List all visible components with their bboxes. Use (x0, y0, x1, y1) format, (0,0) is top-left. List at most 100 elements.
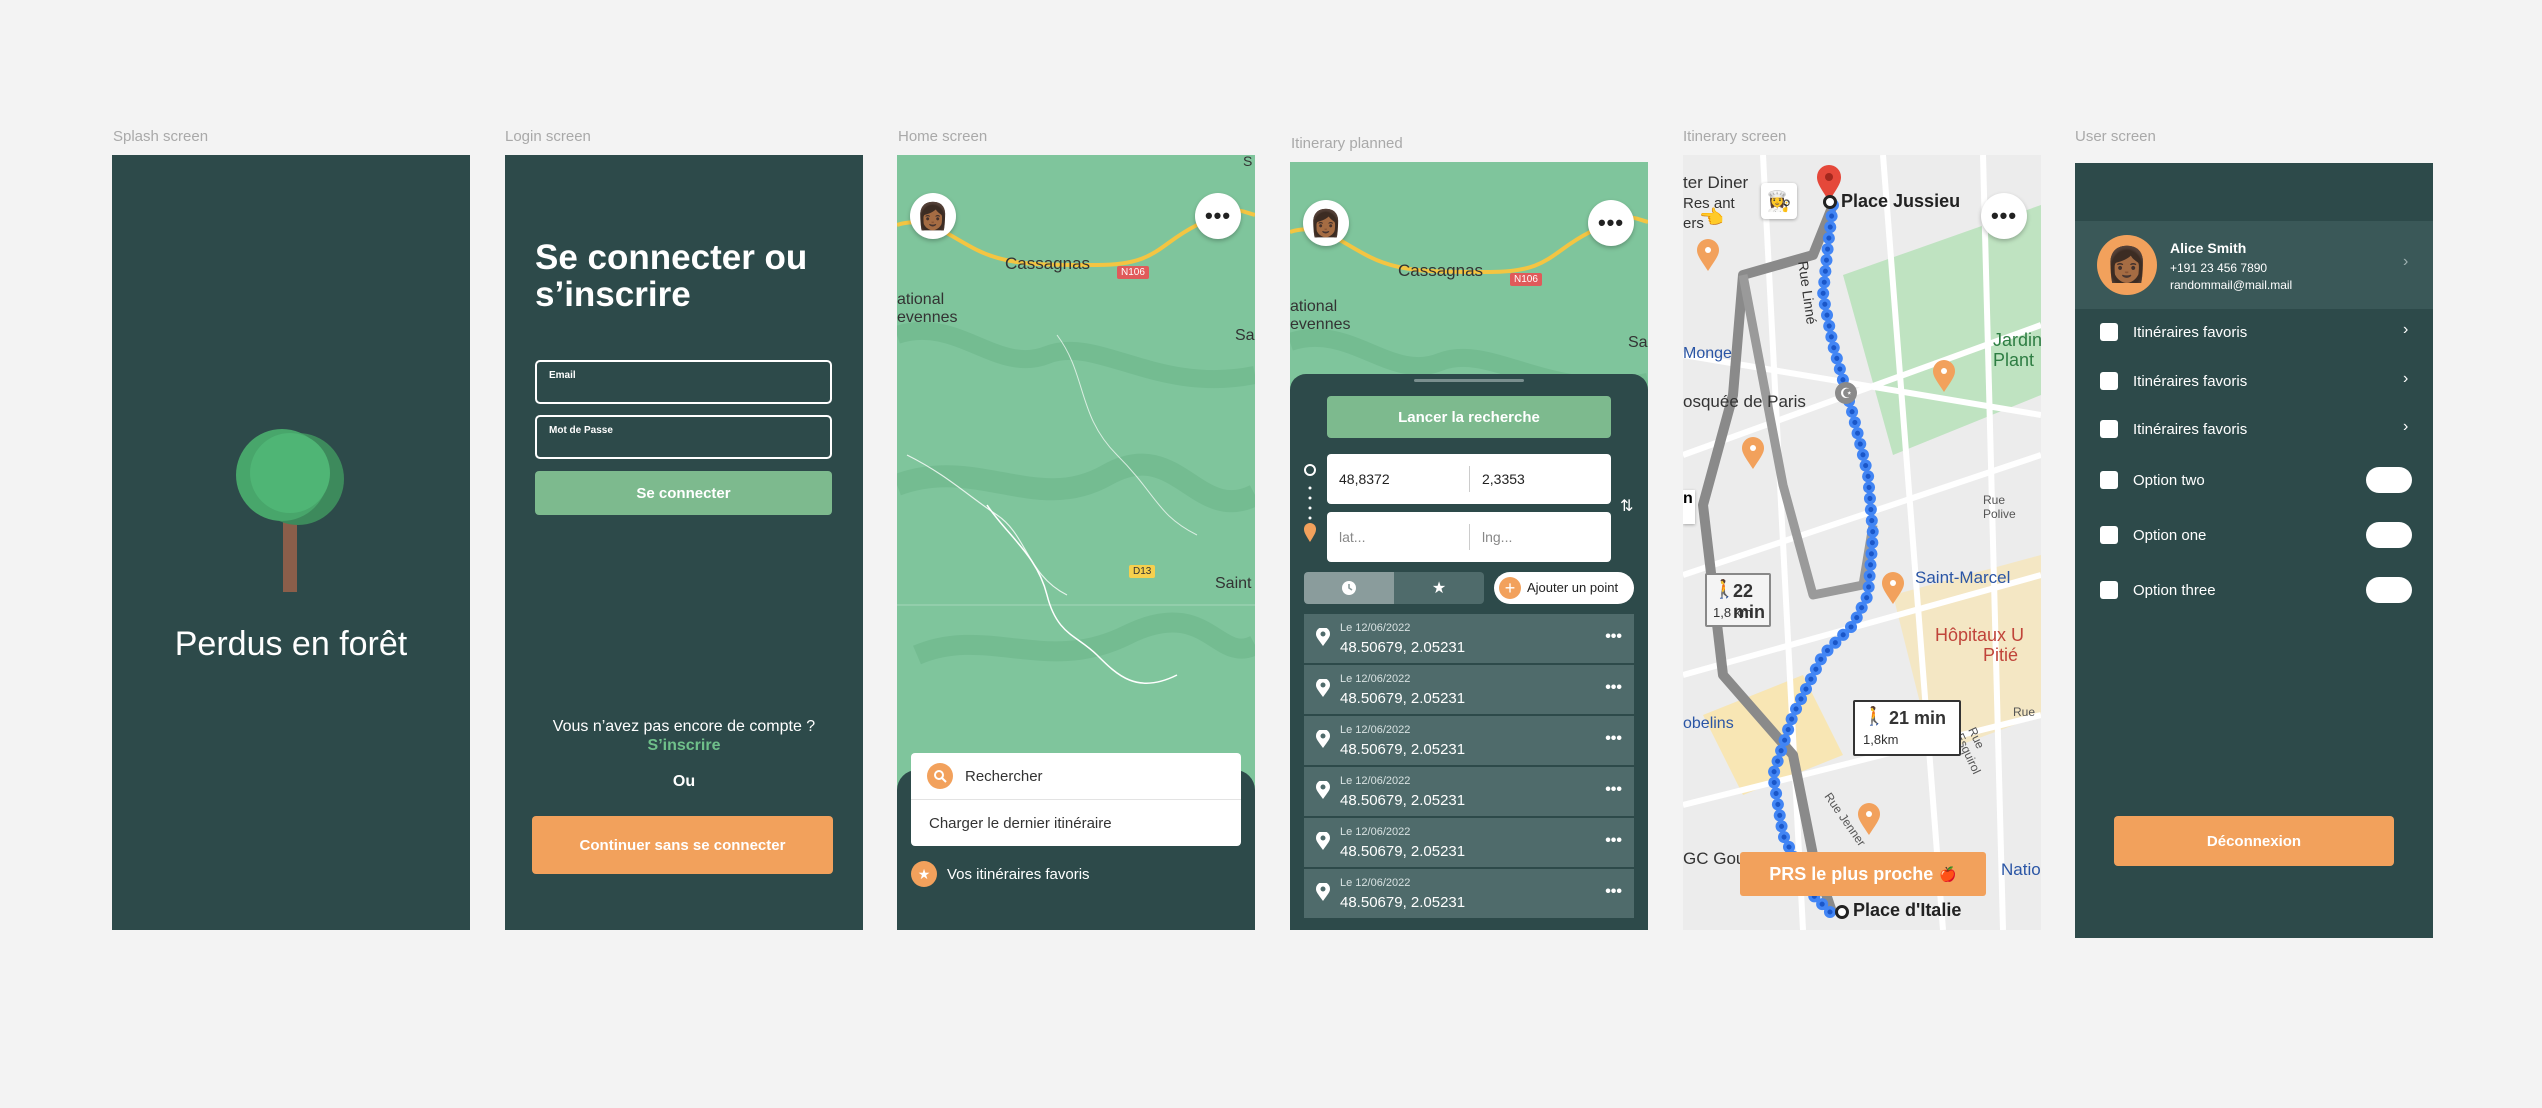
history-date: Le 12/06/2022 (1340, 826, 1411, 838)
app-name: Perdus en forêt (174, 625, 408, 663)
end-point-field[interactable]: lat... lng... (1327, 512, 1611, 562)
start-lng-input[interactable]: 2,3353 (1482, 471, 1525, 487)
map-road-badge: N106 (1117, 266, 1149, 279)
login-button[interactable]: Se connecter (535, 471, 832, 515)
location-pin-icon (1316, 730, 1330, 748)
favorites-link[interactable]: Vos itinéraires favoris (947, 866, 1090, 883)
history-item[interactable]: Le 12/06/2022 48.50679, 2.05231 ••• (1304, 869, 1634, 920)
more-menu-button[interactable]: ••• (1981, 193, 2027, 239)
map-label-sa: Sa (1235, 327, 1255, 344)
add-point-button[interactable]: + Ajouter un point (1494, 572, 1634, 604)
location-pin-icon (1316, 832, 1330, 850)
terrain-map-graphic (897, 155, 1255, 795)
start-lat-input[interactable]: 48,8372 (1339, 471, 1390, 487)
avatar[interactable]: 👩🏾 (1303, 200, 1349, 246)
ellipsis-icon[interactable]: ••• (1605, 832, 1622, 850)
checkbox[interactable] (2100, 372, 2118, 390)
more-menu-button[interactable]: ••• (1588, 200, 1634, 246)
menu-item-favorites[interactable]: Itinéraires favoris (2133, 421, 2247, 438)
terrain-map[interactable]: Cassagnas N106 ational evennes Sa (1290, 162, 1648, 402)
menu-item-favorites[interactable]: Itinéraires favoris (2133, 373, 2247, 390)
checkbox[interactable] (2100, 526, 2118, 544)
drag-handle[interactable] (1414, 379, 1524, 382)
nearest-prs-button[interactable]: PRS le plus proche 🍎 (1740, 852, 1986, 896)
checkbox[interactable] (2100, 420, 2118, 438)
history-item[interactable]: Le 12/06/2022 48.50679, 2.05231 ••• (1304, 818, 1634, 869)
ellipsis-icon[interactable]: ••• (1605, 730, 1622, 748)
history-coords: 48.50679, 2.05231 (1340, 843, 1466, 860)
logout-button[interactable]: Déconnexion (2114, 816, 2394, 866)
guest-button[interactable]: Continuer sans se connecter (532, 816, 833, 874)
label-login: Login screen (505, 128, 591, 145)
ellipsis-icon[interactable]: ••• (1605, 679, 1622, 697)
itinerary-screen: Place Jussieu Place d'Italie ter Diner R… (1683, 155, 2041, 930)
password-field[interactable]: Mot de Passe (535, 415, 832, 459)
history-item[interactable]: Le 12/06/2022 48.50679, 2.05231 ••• (1304, 614, 1634, 665)
history-item[interactable]: Le 12/06/2022 48.50679, 2.05231 ••• (1304, 767, 1634, 818)
label-splash: Splash screen (113, 128, 209, 145)
option-label: Option three (2133, 582, 2216, 599)
ellipsis-icon: ••• (1204, 203, 1232, 228)
end-lng-input[interactable]: lng... (1482, 529, 1512, 545)
person-icon: 👩🏾 (916, 200, 950, 231)
swap-icon[interactable]: ⇅ (1620, 496, 1633, 516)
map-label-jardin-line1: Jardin (1993, 330, 2041, 350)
map-label-jardin: Jardin Plant (1993, 330, 2041, 370)
option-toggle[interactable] (2366, 467, 2412, 493)
history-date: Le 12/06/2022 (1340, 775, 1411, 787)
location-pin-icon (1316, 628, 1330, 646)
checkbox[interactable] (2100, 471, 2118, 489)
checkbox[interactable] (2100, 581, 2118, 599)
plus-icon: + (1499, 577, 1521, 599)
profile-card[interactable]: 👩🏾 Alice Smith +191 23 456 7890 randomma… (2075, 221, 2433, 309)
chevron-right-icon: › (2403, 321, 2409, 338)
option-toggle[interactable] (2366, 522, 2412, 548)
route-b-callout[interactable]: 🚶 21 min 1,8km (1853, 700, 1961, 756)
start-point-field[interactable]: 48,8372 2,3353 (1327, 454, 1611, 504)
menu-item-favorites[interactable]: Itinéraires favoris (2133, 324, 2247, 341)
map-label-park-line2: evennes (1290, 316, 1351, 333)
avatar[interactable]: 👩🏾 (910, 193, 956, 239)
search-icon (927, 763, 953, 789)
search-card: Rechercher Charger le dernier itinéraire (911, 753, 1241, 846)
tab-favorites[interactable]: ★ (1394, 572, 1484, 604)
route-stops-icon (1304, 464, 1316, 542)
label-planned: Itinerary planned (1291, 135, 1403, 152)
user-header-bar (2075, 163, 2433, 221)
ellipsis-icon[interactable]: ••• (1605, 781, 1622, 799)
avatar: 👩🏾 (2097, 235, 2157, 295)
map-road-badge-d13: D13 (1129, 565, 1156, 578)
more-menu-button[interactable]: ••• (1195, 193, 1241, 239)
tab-history[interactable] (1304, 572, 1394, 604)
launch-search-button[interactable]: Lancer la recherche (1327, 396, 1611, 438)
mosque-icon: ☪ (1835, 382, 1857, 404)
load-last-itinerary[interactable]: Charger le dernier itinéraire (929, 815, 1112, 832)
history-date: Le 12/06/2022 (1340, 877, 1411, 889)
end-marker (1835, 905, 1849, 919)
history-item[interactable]: Le 12/06/2022 48.50679, 2.05231 ••• (1304, 716, 1634, 767)
map-label-mosquee: osquée de Paris (1683, 392, 1806, 411)
poi-pin-icon (1882, 572, 1904, 604)
history-coords: 48.50679, 2.05231 (1340, 639, 1466, 656)
option-toggle[interactable] (2366, 577, 2412, 603)
planned-screen: Cassagnas N106 ational evennes Sa 👩🏾 •••… (1290, 162, 1648, 930)
history-item[interactable]: Le 12/06/2022 48.50679, 2.05231 ••• (1304, 665, 1634, 716)
signup-link[interactable]: S’inscrire (505, 737, 863, 755)
map-label-jardin-line2: Plant (1993, 350, 2035, 370)
login-screen: Se connecter ou s’inscrire Email Mot de … (505, 155, 863, 930)
tree-icon (236, 429, 344, 592)
email-field[interactable]: Email (535, 360, 832, 404)
search-input[interactable]: Rechercher (965, 768, 1043, 785)
checkbox[interactable] (2100, 323, 2118, 341)
password-label: Mot de Passe (549, 425, 613, 436)
route-a-callout[interactable]: 🚶 22 min 1,8 km (1705, 573, 1771, 627)
terrain-map[interactable]: Cassagnas N106 D13 ational evennes Sa Sa… (897, 155, 1255, 795)
chevron-right-icon: › (2403, 253, 2409, 270)
poi-pin-icon (1742, 437, 1764, 469)
ellipsis-icon[interactable]: ••• (1605, 883, 1622, 901)
ellipsis-icon[interactable]: ••• (1605, 628, 1622, 646)
person-icon: 👩🏾 (1309, 207, 1343, 238)
map-label-rue-police: Rue Polive (1983, 493, 2016, 521)
end-lat-input[interactable]: lat... (1339, 529, 1365, 545)
map-label-park: ational evennes (897, 291, 958, 327)
